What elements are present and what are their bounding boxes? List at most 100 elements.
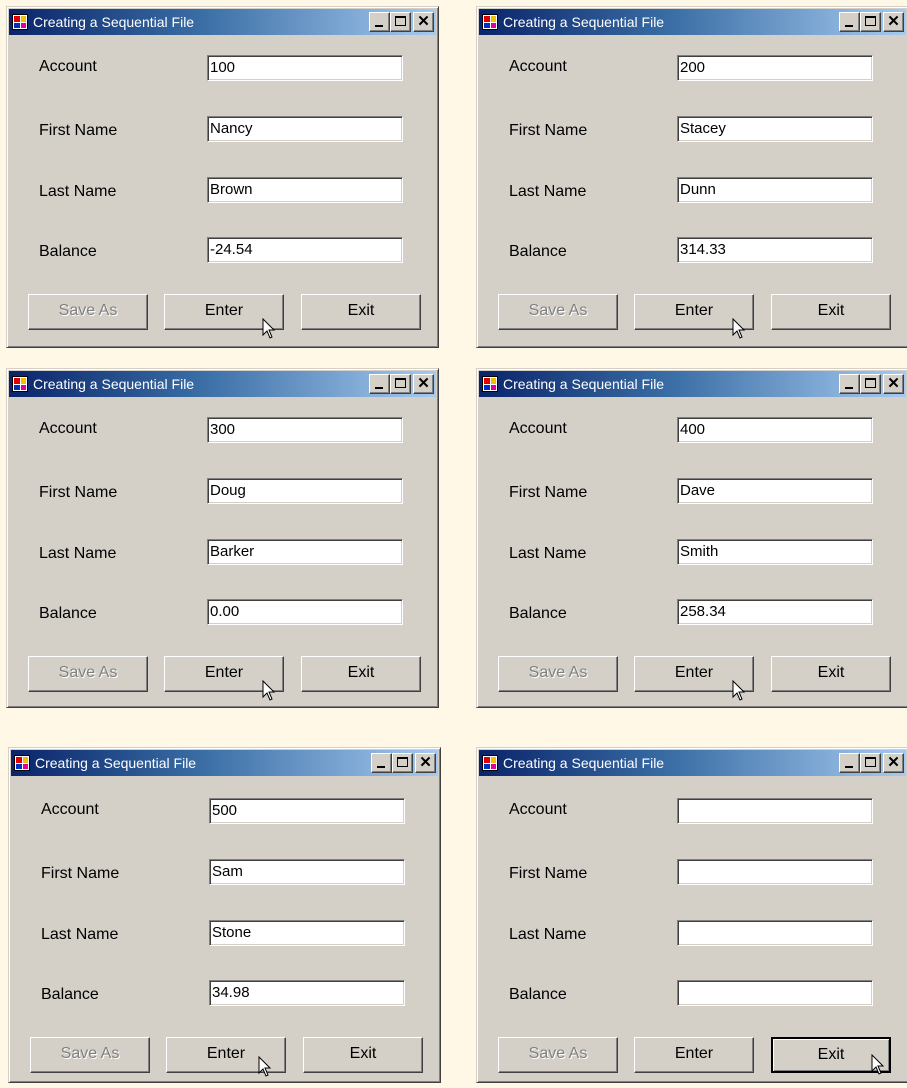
close-icon: ✕ bbox=[887, 754, 900, 771]
title-bar[interactable]: Creating a Sequential File ✕ bbox=[479, 9, 906, 35]
balance-input[interactable]: 314.33 bbox=[677, 237, 873, 263]
balance-input[interactable]: -24.54 bbox=[207, 237, 403, 263]
exit-button[interactable]: Exit bbox=[771, 656, 891, 692]
minimize-icon bbox=[845, 25, 853, 27]
maximize-icon bbox=[395, 378, 406, 388]
title-bar[interactable]: Creating a Sequential File ✕ bbox=[9, 371, 436, 397]
account-label: Account bbox=[509, 58, 567, 75]
app-icon[interactable] bbox=[482, 376, 498, 392]
maximize-button[interactable] bbox=[392, 753, 413, 773]
maximize-icon bbox=[865, 757, 876, 767]
first-name-label: First Name bbox=[509, 122, 588, 139]
window-1: Creating a Sequential File ✕ Account 100… bbox=[6, 6, 439, 348]
first-name-input[interactable]: Sam bbox=[209, 859, 405, 885]
maximize-button[interactable] bbox=[390, 374, 411, 394]
balance-input[interactable]: 34.98 bbox=[209, 980, 405, 1006]
account-label: Account bbox=[41, 801, 99, 818]
window-4: Creating a Sequential File ✕ Account 400… bbox=[476, 368, 907, 708]
minimize-button[interactable] bbox=[839, 753, 860, 773]
last-name-input[interactable]: Brown bbox=[207, 177, 403, 203]
balance-input[interactable]: 258.34 bbox=[677, 599, 873, 625]
close-button[interactable]: ✕ bbox=[883, 12, 904, 32]
first-name-input[interactable]: Dave bbox=[677, 478, 873, 504]
last-name-input[interactable]: Stone bbox=[209, 920, 405, 946]
app-icon[interactable] bbox=[12, 14, 28, 30]
first-name-input[interactable]: Doug bbox=[207, 478, 403, 504]
minimize-button[interactable] bbox=[369, 374, 390, 394]
first-name-input[interactable]: Stacey bbox=[677, 116, 873, 142]
maximize-button[interactable] bbox=[860, 374, 881, 394]
first-name-input[interactable]: Nancy bbox=[207, 116, 403, 142]
app-icon[interactable] bbox=[482, 14, 498, 30]
balance-label: Balance bbox=[509, 243, 567, 260]
exit-button[interactable]: Exit bbox=[301, 656, 421, 692]
maximize-button[interactable] bbox=[860, 12, 881, 32]
window-title: Creating a Sequential File bbox=[33, 14, 195, 30]
last-name-input[interactable]: Smith bbox=[677, 539, 873, 565]
mouse-pointer-icon bbox=[262, 318, 276, 339]
mouse-pointer-icon bbox=[262, 680, 276, 701]
first-name-input[interactable] bbox=[677, 859, 873, 885]
save-as-button[interactable]: Save As bbox=[498, 294, 618, 330]
account-input[interactable]: 300 bbox=[207, 417, 403, 443]
exit-button[interactable]: Exit bbox=[301, 294, 421, 330]
first-name-label: First Name bbox=[39, 122, 118, 139]
window-5: Creating a Sequential File ✕ Account 500… bbox=[8, 747, 441, 1083]
exit-button[interactable]: Exit bbox=[303, 1037, 423, 1073]
minimize-icon bbox=[375, 25, 383, 27]
first-name-label: First Name bbox=[41, 865, 120, 882]
app-icon[interactable] bbox=[14, 755, 30, 771]
mouse-pointer-icon bbox=[258, 1056, 272, 1077]
account-input[interactable]: 100 bbox=[207, 55, 403, 81]
title-bar[interactable]: Creating a Sequential File ✕ bbox=[9, 9, 436, 35]
save-as-button[interactable]: Save As bbox=[498, 1037, 618, 1073]
last-name-label: Last Name bbox=[41, 926, 119, 943]
last-name-label: Last Name bbox=[509, 545, 587, 562]
save-as-button[interactable]: Save As bbox=[28, 294, 148, 330]
app-icon[interactable] bbox=[482, 755, 498, 771]
balance-label: Balance bbox=[41, 986, 99, 1003]
balance-input[interactable]: 0.00 bbox=[207, 599, 403, 625]
save-as-button[interactable]: Save As bbox=[28, 656, 148, 692]
minimize-button[interactable] bbox=[839, 374, 860, 394]
close-icon: ✕ bbox=[417, 13, 430, 30]
close-button[interactable]: ✕ bbox=[413, 374, 434, 394]
close-button[interactable]: ✕ bbox=[415, 753, 436, 773]
first-name-label: First Name bbox=[39, 484, 118, 501]
save-as-button[interactable]: Save As bbox=[30, 1037, 150, 1073]
mouse-pointer-icon bbox=[732, 318, 746, 339]
last-name-input[interactable] bbox=[677, 920, 873, 946]
account-label: Account bbox=[509, 420, 567, 437]
close-icon: ✕ bbox=[887, 375, 900, 392]
save-as-button[interactable]: Save As bbox=[498, 656, 618, 692]
close-button[interactable]: ✕ bbox=[883, 753, 904, 773]
last-name-label: Last Name bbox=[39, 545, 117, 562]
balance-input[interactable] bbox=[677, 980, 873, 1006]
minimize-button[interactable] bbox=[369, 12, 390, 32]
title-bar[interactable]: Creating a Sequential File ✕ bbox=[479, 750, 906, 776]
minimize-button[interactable] bbox=[839, 12, 860, 32]
close-icon: ✕ bbox=[887, 13, 900, 30]
maximize-button[interactable] bbox=[860, 753, 881, 773]
account-input[interactable]: 200 bbox=[677, 55, 873, 81]
minimize-button[interactable] bbox=[371, 753, 392, 773]
last-name-input[interactable]: Dunn bbox=[677, 177, 873, 203]
last-name-label: Last Name bbox=[39, 183, 117, 200]
enter-button[interactable]: Enter bbox=[634, 1037, 754, 1073]
close-button[interactable]: ✕ bbox=[413, 12, 434, 32]
account-input[interactable]: 500 bbox=[209, 798, 405, 824]
close-button[interactable]: ✕ bbox=[883, 374, 904, 394]
title-bar[interactable]: Creating a Sequential File ✕ bbox=[11, 750, 438, 776]
account-label: Account bbox=[39, 420, 97, 437]
close-icon: ✕ bbox=[419, 754, 432, 771]
last-name-input[interactable]: Barker bbox=[207, 539, 403, 565]
title-bar[interactable]: Creating a Sequential File ✕ bbox=[479, 371, 906, 397]
close-icon: ✕ bbox=[417, 375, 430, 392]
account-input[interactable]: 400 bbox=[677, 417, 873, 443]
account-label: Account bbox=[509, 801, 567, 818]
exit-button[interactable]: Exit bbox=[771, 294, 891, 330]
account-input[interactable] bbox=[677, 798, 873, 824]
maximize-button[interactable] bbox=[390, 12, 411, 32]
last-name-label: Last Name bbox=[509, 183, 587, 200]
app-icon[interactable] bbox=[12, 376, 28, 392]
